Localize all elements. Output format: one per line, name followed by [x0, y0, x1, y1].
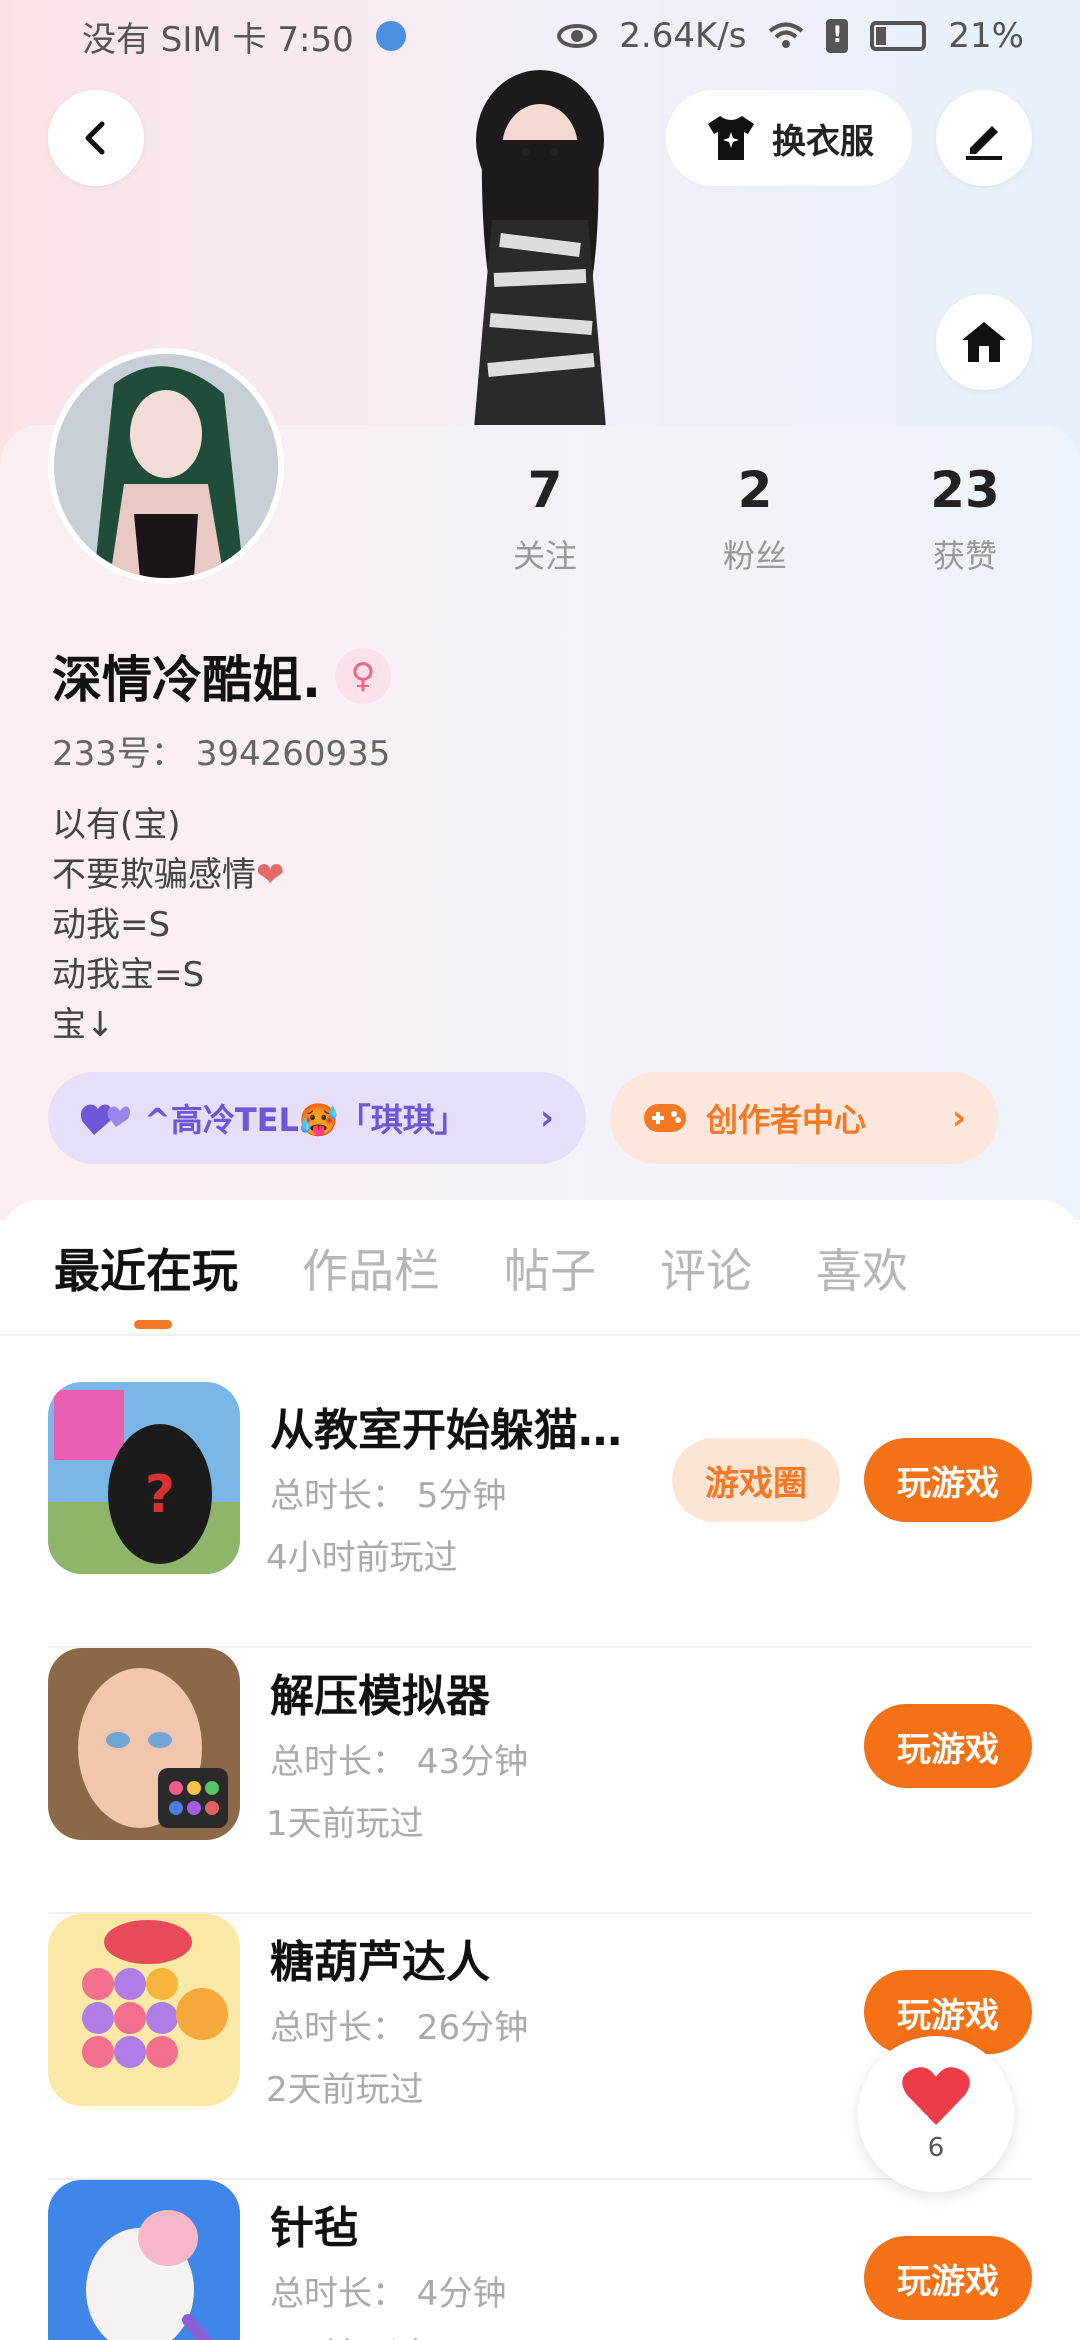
fan-group-button[interactable]: ^高冷TEL🥵「琪琪」 ›	[48, 1072, 586, 1164]
profile-avatar[interactable]	[48, 348, 284, 584]
stat-following[interactable]: 7 关注	[470, 455, 620, 577]
battery-icon	[870, 21, 927, 51]
bio-line: 动我=S	[52, 905, 171, 945]
change-outfit-label: 换衣服	[772, 121, 874, 162]
tab-works[interactable]: 作品栏	[302, 1236, 440, 1332]
play-game-button[interactable]: 玩游戏	[864, 2236, 1032, 2320]
game-name: 从教室开始躲猫…	[270, 1405, 622, 1456]
heart-icon: ❤	[256, 855, 285, 895]
game-thumbnail[interactable]: ?	[48, 1382, 240, 1574]
pen-icon	[966, 126, 1002, 160]
battery-percent: 21%	[948, 16, 1024, 56]
game-name: 针毡	[270, 2203, 358, 2254]
game-duration: 总时长： 43分钟	[270, 1742, 529, 1782]
home-button[interactable]	[936, 294, 1032, 390]
bio: 以有(宝) 不要欺骗感情❤ 动我=S 动我宝=S 宝↓	[52, 800, 285, 1050]
back-button[interactable]	[48, 90, 144, 186]
chevron-right-icon: ›	[951, 1098, 966, 1138]
wifi-icon	[769, 22, 804, 48]
bio-line: 不要欺骗感情❤	[52, 855, 285, 895]
game-last-played: 2天前玩过	[266, 2070, 424, 2110]
game-last-played: 2天前玩过	[266, 2328, 424, 2340]
like-button[interactable]: 6	[858, 2036, 1014, 2192]
status-bar: 没有 SIM 卡 7:50 2.64K/s ! 21%	[0, 0, 1080, 72]
nickname: 深情冷酷姐.	[52, 651, 321, 709]
stat-followers[interactable]: 2 粉丝	[680, 455, 830, 577]
bio-line: 宝↓	[52, 1005, 115, 1045]
avatar-character-image[interactable]	[430, 70, 650, 428]
double-heart-icon	[80, 1104, 130, 1135]
creator-center-label: 创作者中心	[706, 1101, 867, 1139]
network-speed: 2.64K/s	[619, 16, 747, 56]
game-last-played: 4小时前玩过	[266, 1538, 458, 1578]
game-duration: 总时长： 26分钟	[270, 2008, 529, 2048]
home-icon	[962, 322, 1006, 362]
game-duration: 总时长： 5分钟	[270, 1476, 507, 1516]
stat-likes[interactable]: 23 获赞	[890, 455, 1040, 577]
bio-line: 动我宝=S	[52, 955, 205, 995]
profile-tabs: 最近在玩 作品栏 帖子 评论 喜欢	[0, 1236, 1080, 1332]
bio-line: 以有(宝)	[52, 805, 181, 845]
globe-icon	[375, 21, 406, 51]
change-outfit-button[interactable]: 换衣服	[666, 90, 912, 186]
eye-icon	[557, 24, 598, 48]
chevron-left-icon	[85, 121, 105, 155]
play-game-button[interactable]: 玩游戏	[864, 1438, 1032, 1522]
fan-group-label: ^高冷TEL🥵「琪琪」	[144, 1101, 467, 1139]
chevron-right-icon: ›	[539, 1098, 554, 1138]
game-row[interactable]: 解压模拟器 总时长： 43分钟 1天前玩过 玩游戏	[48, 1648, 1032, 1914]
tabs-divider	[0, 1334, 1080, 1336]
game-row[interactable]: ? 从教室开始躲猫… 总时长： 5分钟 4小时前玩过 游戏圈 玩游戏	[48, 1382, 1032, 1648]
tab-likes[interactable]: 喜欢	[816, 1236, 908, 1332]
tshirt-icon	[708, 116, 754, 160]
game-name: 解压模拟器	[270, 1671, 490, 1722]
nickname-row: 深情冷酷姐. ♀	[52, 640, 391, 712]
edit-profile-button[interactable]	[936, 90, 1032, 186]
creator-center-button[interactable]: 创作者中心 ›	[610, 1072, 998, 1164]
profile-stats: 7 关注 2 粉丝 23 获赞	[470, 455, 1040, 577]
svg-text:?: ?	[145, 1465, 175, 1525]
game-duration: 总时长： 4分钟	[270, 2274, 507, 2314]
heart-icon	[902, 2067, 970, 2125]
user-id: 233号： 394260935	[52, 734, 391, 774]
recent-games-list: ? 从教室开始躲猫… 总时长： 5分钟 4小时前玩过 游戏圈 玩游戏 解压模拟器…	[0, 1382, 1080, 2340]
game-name: 糖葫芦达人	[270, 1937, 490, 1988]
female-icon: ♀	[335, 648, 391, 704]
game-row[interactable]: 针毡 总时长： 4分钟 2天前玩过 玩游戏	[48, 2180, 1032, 2340]
game-circle-button[interactable]: 游戏圈	[672, 1438, 840, 1522]
game-thumbnail[interactable]	[48, 1914, 240, 2106]
game-thumbnail[interactable]	[48, 1648, 240, 1840]
tab-recently-played[interactable]: 最近在玩	[54, 1236, 238, 1332]
alert-icon: !	[826, 19, 849, 53]
tab-comments[interactable]: 评论	[660, 1236, 752, 1332]
game-thumbnail[interactable]	[48, 2180, 240, 2340]
game-last-played: 1天前玩过	[266, 1804, 424, 1844]
gamepad-icon	[644, 1104, 686, 1132]
play-game-button[interactable]: 玩游戏	[864, 1704, 1032, 1788]
tab-posts[interactable]: 帖子	[504, 1236, 596, 1332]
carrier-time: 没有 SIM 卡 7:50	[82, 19, 354, 60]
like-count: 6	[927, 2133, 945, 2163]
